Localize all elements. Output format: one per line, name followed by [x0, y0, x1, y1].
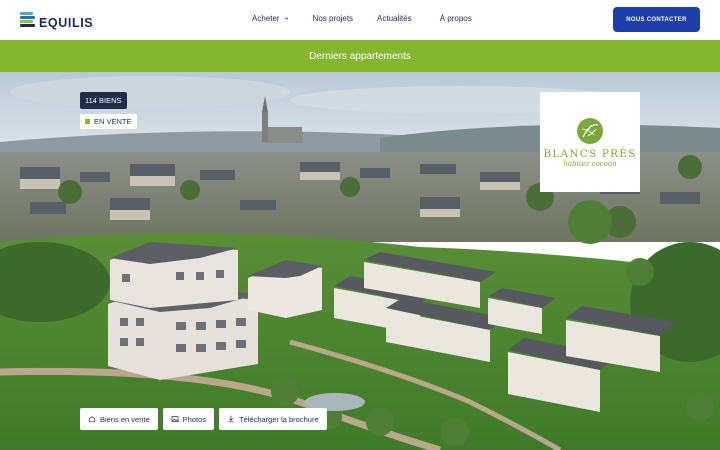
listings-button[interactable]: Biens en vente [80, 408, 158, 430]
nav-item-acheter[interactable]: Acheter [252, 14, 289, 23]
photos-button[interactable]: Photos [162, 408, 214, 430]
home-icon [88, 416, 96, 423]
nav-item-actualites[interactable]: Actualités [377, 14, 412, 23]
project-logo-card: BLANCS PRÉS habitez cocoon [540, 92, 640, 192]
status-dot-icon [85, 119, 90, 124]
sale-status-label: EN VENTE [94, 117, 132, 126]
image-icon [171, 416, 179, 422]
nav-item-label: Acheter [252, 14, 280, 23]
brochure-button-label: Télécharger la brochure [238, 414, 319, 424]
site-logo[interactable]: EQUILIS [20, 10, 93, 30]
nav-item-label: Nos projets [312, 14, 354, 23]
leaf-logo-icon [577, 117, 603, 144]
logo-mark-icon [20, 12, 35, 28]
nav-item-label: À propos [439, 14, 472, 23]
download-icon [228, 415, 234, 423]
project-actions: Biens en vente Photos Télécharger la bro… [80, 408, 327, 430]
main-nav: Acheter Nos projets Actualités À propos [252, 14, 472, 23]
site-header: EQUILIS Acheter Nos projets Actualités À… [0, 0, 720, 40]
project-hero: 114 BIENS EN VENTE BLANCS PRÉS habitez c… [0, 72, 720, 450]
contact-button[interactable]: NOUS CONTACTER [613, 7, 700, 32]
chevron-down-icon [284, 17, 288, 20]
sale-status-badge: EN VENTE [80, 114, 137, 129]
project-brand-name: BLANCS PRÉS [543, 147, 637, 160]
brochure-download-button[interactable]: Télécharger la brochure [218, 408, 327, 430]
project-brand-tagline: habitez cocoon [563, 159, 617, 168]
nav-item-nos-projets[interactable]: Nos projets [313, 14, 353, 23]
listings-button-label: Biens en vente [100, 414, 150, 424]
section-title: Derniers appartements [309, 50, 411, 62]
section-banner: Derniers appartements [0, 40, 720, 72]
units-count-badge: 114 BIENS [80, 92, 127, 109]
nav-item-label: Actualités [377, 14, 412, 23]
logo-text: EQUILIS [39, 16, 94, 30]
photos-button-label: Photos [182, 414, 206, 424]
nav-item-a-propos[interactable]: À propos [440, 14, 472, 23]
